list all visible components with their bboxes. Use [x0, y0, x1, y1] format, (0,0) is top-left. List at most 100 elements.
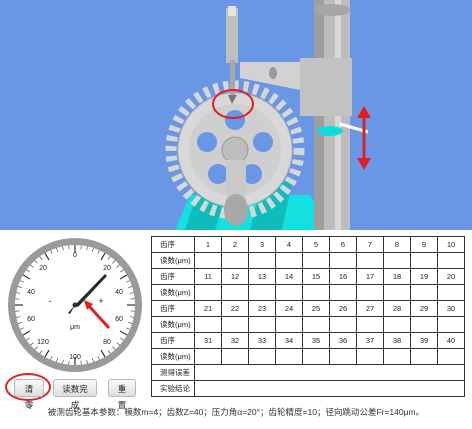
tooth-number-cell: 23	[248, 300, 276, 317]
tooth-number-cell: 12	[221, 268, 249, 285]
reading-cell[interactable]	[194, 284, 222, 301]
tooth-number-cell: 29	[410, 300, 438, 317]
tooth-number-cell: 27	[356, 300, 384, 317]
reading-cell[interactable]	[383, 284, 411, 301]
reading-cell[interactable]	[437, 252, 465, 269]
tooth-label: 齿序	[151, 236, 195, 253]
reset-button[interactable]: 重置	[108, 379, 136, 410]
reading-cell[interactable]	[302, 316, 330, 333]
reading-cell[interactable]	[194, 348, 222, 365]
tooth-number-cell: 2	[221, 236, 249, 253]
reading-row: 读数(μm)	[151, 348, 465, 365]
tooth-number-cell: 26	[329, 300, 357, 317]
reading-cell[interactable]	[194, 316, 222, 333]
reading-cell[interactable]	[221, 348, 249, 365]
reading-cell[interactable]	[383, 252, 411, 269]
reading-cell[interactable]	[221, 316, 249, 333]
reading-cell[interactable]	[275, 284, 303, 301]
reading-cell[interactable]	[356, 252, 384, 269]
reading-cell[interactable]	[356, 284, 384, 301]
tooth-number-cell: 11	[194, 268, 222, 285]
tooth-number-cell: 24	[275, 300, 303, 317]
measured-error-row: 测得误差	[151, 364, 465, 381]
tooth-number-cell: 33	[248, 332, 276, 349]
reading-cell[interactable]	[221, 284, 249, 301]
reading-cell[interactable]	[275, 348, 303, 365]
tooth-number-cell: 3	[248, 236, 276, 253]
experiment-conclusion-row: 实验结论	[151, 380, 465, 397]
reading-cell[interactable]	[329, 252, 357, 269]
reading-cell[interactable]	[248, 316, 276, 333]
dial-indicator-body	[226, 8, 238, 63]
tooth-number-cell: 6	[329, 236, 357, 253]
reading-cell[interactable]	[302, 348, 330, 365]
reading-cell[interactable]	[329, 316, 357, 333]
reading-label: 读数(μm)	[151, 252, 195, 269]
tooth-number-cell: 32	[221, 332, 249, 349]
reading-cell[interactable]	[410, 284, 438, 301]
reading-complete-button[interactable]: 读数完成	[53, 379, 97, 410]
tooth-number-cell: 19	[410, 268, 438, 285]
tooth-number-cell: 7	[356, 236, 384, 253]
measured-error-label: 测得误差	[151, 364, 195, 381]
tooth-number-cell: 1	[194, 236, 222, 253]
reading-cell[interactable]	[194, 252, 222, 269]
reading-cell[interactable]	[410, 252, 438, 269]
reading-cell[interactable]	[383, 316, 411, 333]
reading-cell[interactable]	[329, 348, 357, 365]
tooth-number-cell: 25	[302, 300, 330, 317]
cyan-collar	[317, 126, 343, 136]
column-top	[314, 4, 350, 16]
reading-cell[interactable]	[248, 252, 276, 269]
gauge-plus-sign: +	[98, 296, 103, 306]
gauge-label-60: 60	[115, 316, 123, 323]
reading-cell[interactable]	[383, 348, 411, 365]
arm-clamp	[300, 58, 352, 116]
gauge-label-20: 20	[103, 265, 111, 272]
tooth-number-cell: 31	[194, 332, 222, 349]
tooth-number-cell: 9	[410, 236, 438, 253]
reading-cell[interactable]	[275, 316, 303, 333]
reading-cell[interactable]	[356, 316, 384, 333]
reading-label: 读数(μm)	[151, 348, 195, 365]
gauge-label-60-left: 60	[27, 316, 35, 323]
reading-cell[interactable]	[248, 348, 276, 365]
tooth-label: 齿序	[151, 332, 195, 349]
tooth-label: 齿序	[151, 268, 195, 285]
tooth-number-row: 齿序 1 2 3 4 5 6 7 8 9 10	[151, 236, 465, 253]
dial-indicator-cap	[228, 6, 236, 16]
reading-label: 读数(μm)	[151, 284, 195, 301]
reading-cell[interactable]	[221, 252, 249, 269]
reading-cell[interactable]	[275, 252, 303, 269]
tooth-number-row: 齿序 11 12 13 14 15 16 17 18 19 20	[151, 268, 465, 285]
tooth-number-cell: 17	[356, 268, 384, 285]
tooth-number-cell: 4	[275, 236, 303, 253]
reading-cell[interactable]	[302, 252, 330, 269]
gauge-label-40: 40	[115, 289, 123, 296]
gauge-label-20-left: 20	[39, 265, 47, 272]
reading-cell[interactable]	[302, 284, 330, 301]
measured-error-value[interactable]	[194, 364, 465, 381]
reading-cell[interactable]	[437, 284, 465, 301]
reading-cell[interactable]	[248, 284, 276, 301]
arm-knob	[269, 67, 277, 79]
reading-cell[interactable]	[437, 316, 465, 333]
gauge-label-80: 80	[103, 339, 111, 346]
tooth-number-cell: 28	[383, 300, 411, 317]
reading-table: 齿序 1 2 3 4 5 6 7 8 9 10 读数(μm) 齿序 11 12 13 14 15 16 17 18 19 2…	[151, 236, 465, 397]
tooth-number-cell: 15	[302, 268, 330, 285]
reading-cell[interactable]	[410, 348, 438, 365]
tooth-number-cell: 10	[437, 236, 465, 253]
tooth-number-cell: 35	[302, 332, 330, 349]
tooth-number-cell: 16	[329, 268, 357, 285]
tooth-number-row: 齿序 31 32 33 34 35 36 37 38 39 40	[151, 332, 465, 349]
experiment-conclusion-value[interactable]	[194, 380, 465, 397]
tooth-number-cell: 40	[437, 332, 465, 349]
reading-cell[interactable]	[437, 348, 465, 365]
clear-button[interactable]: 清零	[14, 379, 44, 410]
gauge-hub	[72, 302, 78, 308]
reading-cell[interactable]	[410, 316, 438, 333]
reading-cell[interactable]	[356, 348, 384, 365]
reading-cell[interactable]	[329, 284, 357, 301]
gauge-unit: μm	[70, 324, 80, 331]
